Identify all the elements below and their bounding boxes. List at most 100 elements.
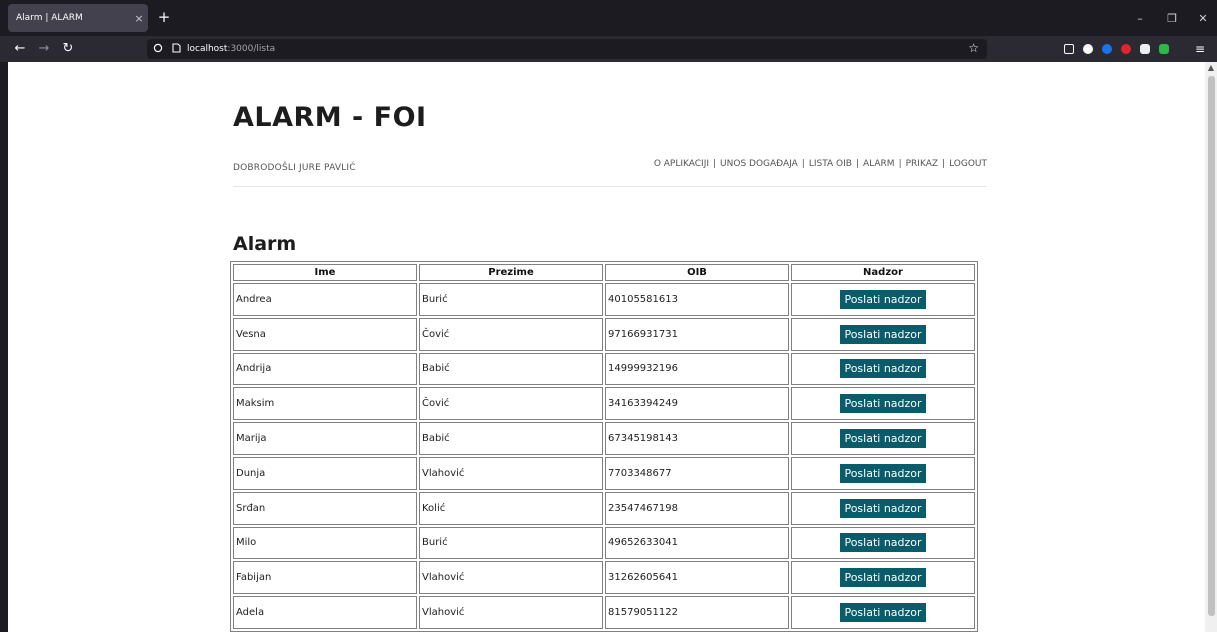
close-window-button[interactable]: ✕ bbox=[1189, 0, 1217, 36]
column-header-oib: OIB bbox=[605, 264, 789, 281]
poslati-nadzor-button[interactable]: Poslati nadzor bbox=[840, 324, 926, 344]
close-tab-icon[interactable]: × bbox=[130, 12, 148, 25]
pocket-icon[interactable] bbox=[1064, 44, 1074, 54]
navigation-toolbar: ← → ↻ localhost:3000/lista ☆ ≡ bbox=[0, 36, 1217, 62]
nav-link-o-aplikaciji[interactable]: O APLIKACIJI bbox=[654, 159, 709, 169]
main-navigation: O APLIKACIJI | UNOS DOGAĐAJA | LISTA OIB… bbox=[654, 159, 987, 169]
cell-oib: 7703348677 bbox=[605, 456, 789, 490]
nav-link-alarm[interactable]: ALARM bbox=[863, 159, 895, 169]
back-button[interactable]: ← bbox=[10, 39, 30, 59]
column-header-prezime: Prezime bbox=[419, 264, 603, 281]
cell-oib: 14999932196 bbox=[605, 352, 789, 386]
cell-prezime: Čović bbox=[419, 317, 603, 351]
table-row: Milo Burić 49652633041 Poslati nadzor bbox=[233, 526, 975, 560]
header-divider bbox=[233, 186, 987, 187]
nav-separator: | bbox=[855, 159, 860, 169]
welcome-text: DOBRODOŠLI JURE PAVLIĆ bbox=[233, 163, 356, 173]
page-scrollbar[interactable]: ▲ bbox=[1205, 62, 1217, 632]
cell-ime: Milo bbox=[233, 526, 417, 560]
poslati-nadzor-button[interactable]: Poslati nadzor bbox=[840, 603, 926, 623]
poslati-nadzor-button[interactable]: Poslati nadzor bbox=[840, 498, 926, 518]
nav-separator: | bbox=[898, 159, 902, 169]
table-row: Dunja Vlahović 7703348677 Poslati nadzor bbox=[233, 456, 975, 490]
page-viewport: ALARM - FOI DOBRODOŠLI JURE PAVLIĆ O APL… bbox=[8, 62, 1205, 632]
poslati-nadzor-button[interactable]: Poslati nadzor bbox=[840, 463, 926, 483]
cell-oib: 81579051122 bbox=[605, 596, 789, 629]
column-header-ime: Ime bbox=[233, 264, 417, 281]
page-title: Alarm bbox=[233, 233, 297, 255]
cell-nadzor: Poslati nadzor bbox=[791, 283, 975, 316]
nav-separator: | bbox=[713, 159, 717, 169]
page-icon[interactable] bbox=[169, 42, 183, 56]
tracking-shield-icon[interactable] bbox=[151, 43, 165, 56]
menu-icon[interactable]: ≡ bbox=[1190, 39, 1210, 59]
cell-prezime: Burić bbox=[419, 283, 603, 316]
ublock-icon[interactable] bbox=[1121, 44, 1131, 54]
poslati-nadzor-button[interactable]: Poslati nadzor bbox=[840, 289, 926, 309]
cell-prezime: Vlahović bbox=[419, 561, 603, 595]
browser-tab[interactable]: Alarm | ALARM × bbox=[8, 4, 148, 32]
cell-oib: 97166931731 bbox=[605, 317, 789, 351]
cell-nadzor: Poslati nadzor bbox=[791, 352, 975, 386]
table-row: Andrija Babić 14999932196 Poslati nadzor bbox=[233, 352, 975, 386]
table-row: Maksim Čović 34163394249 Poslati nadzor bbox=[233, 387, 975, 421]
bookmark-star-icon[interactable]: ☆ bbox=[968, 41, 979, 55]
cell-nadzor: Poslati nadzor bbox=[791, 561, 975, 595]
tab-title: Alarm | ALARM bbox=[16, 13, 83, 23]
cell-ime: Maksim bbox=[233, 387, 417, 421]
nav-separator: | bbox=[801, 159, 805, 169]
cell-prezime: Čović bbox=[419, 387, 603, 421]
cell-oib: 49652633041 bbox=[605, 526, 789, 560]
table-row: Vesna Čović 97166931731 Poslati nadzor bbox=[233, 317, 975, 351]
document-extension-icon[interactable] bbox=[1140, 44, 1150, 54]
cell-oib: 67345198143 bbox=[605, 422, 789, 455]
cell-nadzor: Poslati nadzor bbox=[791, 526, 975, 560]
poslati-nadzor-button[interactable]: Poslati nadzor bbox=[840, 533, 926, 553]
table-header-row: Ime Prezime OIB Nadzor bbox=[233, 264, 975, 281]
table-row: Srđan Kolić 23547467198 Poslati nadzor bbox=[233, 491, 975, 525]
site-title: ALARM - FOI bbox=[233, 102, 427, 133]
cell-ime: Andrea bbox=[233, 283, 417, 316]
url-text: localhost:3000/lista bbox=[187, 44, 276, 54]
cell-prezime: Vlahović bbox=[419, 596, 603, 629]
cell-nadzor: Poslati nadzor bbox=[791, 491, 975, 525]
cell-oib: 34163394249 bbox=[605, 387, 789, 421]
nav-link-lista-oib[interactable]: LISTA OIB bbox=[809, 159, 852, 169]
scrollbar-thumb[interactable] bbox=[1208, 76, 1215, 616]
cell-nadzor: Poslati nadzor bbox=[791, 317, 975, 351]
alarm-table: Ime Prezime OIB Nadzor Andrea Burić 401055… bbox=[230, 261, 978, 632]
url-bar[interactable]: localhost:3000/lista ☆ bbox=[147, 39, 987, 59]
column-header-nadzor: Nadzor bbox=[791, 264, 975, 281]
cell-nadzor: Poslati nadzor bbox=[791, 596, 975, 629]
poslati-nadzor-button[interactable]: Poslati nadzor bbox=[840, 568, 926, 588]
table-row: Fabijan Vlahović 31262605641 Poslati nadzor bbox=[233, 561, 975, 595]
new-tab-button[interactable]: + bbox=[153, 6, 175, 28]
table-row: Marija Babić 67345198143 Poslati nadzor bbox=[233, 422, 975, 455]
cell-ime: Adela bbox=[233, 596, 417, 629]
forward-button[interactable]: → bbox=[34, 39, 54, 59]
nav-link-prikaz[interactable]: PRIKAZ bbox=[906, 159, 938, 169]
nav-link-logout[interactable]: LOGOUT bbox=[949, 159, 987, 169]
reload-button[interactable]: ↻ bbox=[58, 39, 78, 59]
cell-oib: 23547467198 bbox=[605, 491, 789, 525]
poslati-nadzor-button[interactable]: Poslati nadzor bbox=[840, 359, 926, 379]
poslati-nadzor-button[interactable]: Poslati nadzor bbox=[840, 429, 926, 449]
scroll-up-icon[interactable]: ▲ bbox=[1205, 62, 1217, 74]
cell-prezime: Babić bbox=[419, 422, 603, 455]
cell-prezime: Vlahović bbox=[419, 456, 603, 490]
cell-oib: 40105581613 bbox=[605, 283, 789, 316]
cell-ime: Marija bbox=[233, 422, 417, 455]
green-extension-icon[interactable] bbox=[1159, 44, 1169, 54]
extension-icon[interactable] bbox=[1083, 44, 1093, 54]
poslati-nadzor-button[interactable]: Poslati nadzor bbox=[840, 394, 926, 414]
cell-ime: Srđan bbox=[233, 491, 417, 525]
extension-blue-icon[interactable] bbox=[1102, 44, 1112, 54]
nav-link-unos-dogadaja[interactable]: UNOS DOGAĐAJA bbox=[720, 159, 798, 169]
restore-button[interactable]: ❐ bbox=[1158, 0, 1186, 36]
cell-prezime: Babić bbox=[419, 352, 603, 386]
cell-ime: Andrija bbox=[233, 352, 417, 386]
cell-nadzor: Poslati nadzor bbox=[791, 456, 975, 490]
minimize-button[interactable]: – bbox=[1126, 0, 1154, 36]
table-row: Andrea Burić 40105581613 Poslati nadzor bbox=[233, 283, 975, 316]
cell-ime: Dunja bbox=[233, 456, 417, 490]
